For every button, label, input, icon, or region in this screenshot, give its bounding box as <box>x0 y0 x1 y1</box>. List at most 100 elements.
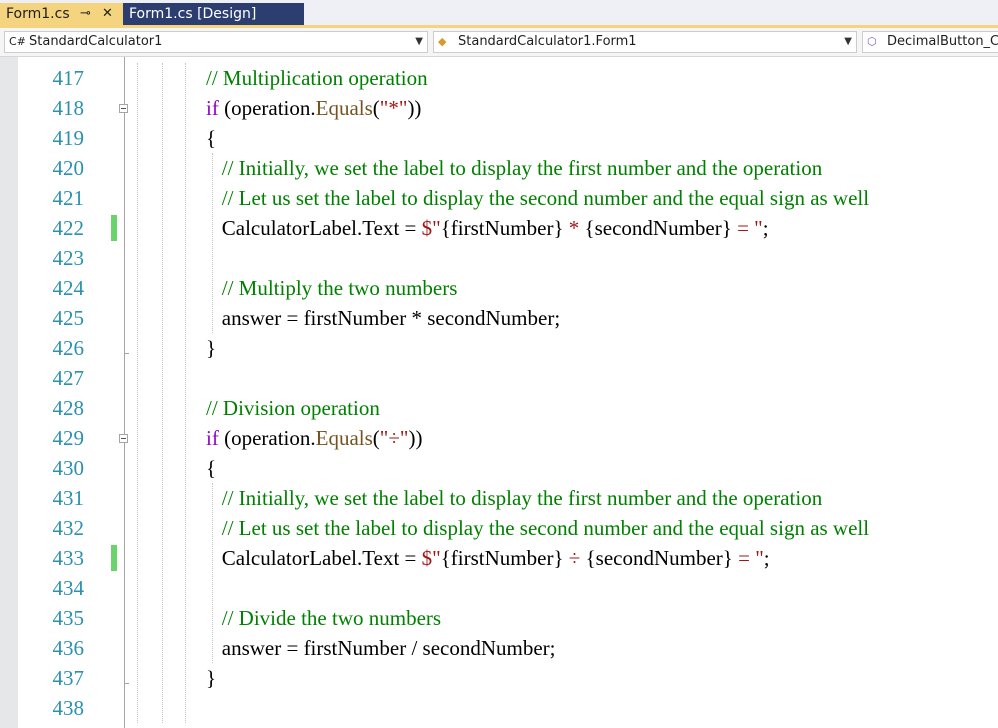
line-number: 436 <box>52 636 85 660</box>
code-token: { <box>206 126 217 150</box>
method-lock-icon: ⬡ <box>867 35 877 48</box>
class-dropdown[interactable]: ◆ StandardCalculator1.Form1 ▼ <box>433 31 857 53</box>
line-number: 425 <box>52 306 85 330</box>
code-line[interactable]: // Multiply the two numbers <box>206 273 458 303</box>
code-token: } <box>206 336 217 360</box>
code-token: answer = firstNumber * secondNumber; <box>206 306 561 330</box>
code-token: "*" <box>379 96 408 120</box>
code-token: ( <box>372 426 380 450</box>
code-token: // Multiply the two numbers <box>221 276 458 300</box>
code-token: $" <box>421 216 441 240</box>
tab-form1-design[interactable]: Form1.cs [Design] <box>123 3 304 25</box>
code-line[interactable]: answer = firstNumber * secondNumber; <box>206 303 560 333</box>
line-number: 419 <box>52 126 85 150</box>
code-token: } <box>206 666 217 690</box>
code-line[interactable]: CalculatorLabel.Text = $"{firstNumber} *… <box>206 213 769 243</box>
code-line[interactable]: { <box>206 453 216 483</box>
code-token: ÷ <box>563 546 586 570</box>
code-token: if <box>206 96 219 120</box>
change-marker <box>111 215 117 241</box>
line-number: 426 <box>52 336 85 360</box>
code-token: ; <box>763 546 770 570</box>
code-line[interactable]: // Let us set the label to display the s… <box>206 513 869 543</box>
line-number: 433 <box>52 546 85 570</box>
code-token: // Divide the two numbers <box>221 606 442 630</box>
line-number: 422 <box>52 216 85 240</box>
code-token: {secondNumber} <box>585 546 733 570</box>
code-token: // Multiplication operation <box>206 66 428 90</box>
code-token: // Let us set the label to display the s… <box>221 186 870 210</box>
code-line[interactable]: // Initially, we set the label to displa… <box>206 153 822 183</box>
code-line[interactable]: // Let us set the label to display the s… <box>206 183 869 213</box>
code-line[interactable]: } <box>206 333 216 363</box>
member-dropdown-label: DecimalButton_C <box>887 34 998 49</box>
code-token: (operation. <box>218 96 316 120</box>
code-token: ( <box>372 96 380 120</box>
indent-guide <box>212 483 213 663</box>
editor-left-margin <box>0 57 18 728</box>
line-number: 438 <box>52 696 85 720</box>
line-number: 431 <box>52 486 85 510</box>
line-number: 429 <box>52 426 85 450</box>
code-editor[interactable]: 417 // Multiplication operation 418 if (ope… <box>0 57 998 728</box>
class-dropdown-label: StandardCalculator1.Form1 <box>458 34 637 49</box>
chevron-down-icon: ▼ <box>844 36 852 47</box>
navigation-bar: C# StandardCalculator1 ▼ ◆ StandardCalcu… <box>0 28 998 57</box>
code-line[interactable]: // Multiplication operation <box>206 63 428 93</box>
chevron-down-icon: ▼ <box>415 36 423 47</box>
outline-block-end <box>124 683 129 684</box>
csharp-file-icon: C# <box>9 35 26 48</box>
line-number: 430 <box>52 456 85 480</box>
class-icon: ◆ <box>438 35 447 48</box>
code-line[interactable]: if (operation.Equals("÷")) <box>206 423 422 453</box>
code-line[interactable]: // Initially, we set the label to displa… <box>206 483 822 513</box>
code-token: )) <box>408 426 423 450</box>
indent-guide <box>162 63 163 723</box>
code-token: {firstNumber} <box>440 546 564 570</box>
code-token: // Division operation <box>206 396 380 420</box>
pin-icon[interactable]: ⊸ <box>80 3 91 25</box>
member-dropdown[interactable]: ⬡ DecimalButton_C <box>862 31 998 53</box>
code-token: "÷" <box>379 426 409 450</box>
code-line[interactable]: if (operation.Equals("*")) <box>206 93 421 123</box>
code-line[interactable]: answer = firstNumber / secondNumber; <box>206 633 556 663</box>
code-line[interactable]: CalculatorLabel.Text = $"{firstNumber} ÷… <box>206 543 770 573</box>
indent-guide <box>212 153 213 333</box>
code-token: $" <box>421 546 441 570</box>
outline-margin <box>124 57 125 728</box>
code-token: )) <box>407 96 422 120</box>
project-dropdown[interactable]: C# StandardCalculator1 ▼ <box>4 31 428 53</box>
project-dropdown-label: StandardCalculator1 <box>29 34 163 49</box>
line-number: 420 <box>52 156 85 180</box>
code-token: answer = firstNumber / secondNumber; <box>206 636 556 660</box>
indent-guide <box>185 63 186 723</box>
code-token: // Initially, we set the label to displa… <box>221 156 823 180</box>
code-token: {firstNumber} <box>440 216 564 240</box>
code-token: ; <box>762 216 769 240</box>
line-number: 423 <box>52 246 85 270</box>
line-number: 417 <box>52 66 85 90</box>
code-token: CalculatorLabel.Text = <box>206 216 422 240</box>
line-number: 421 <box>52 186 85 210</box>
code-line[interactable]: } <box>206 663 216 693</box>
code-line[interactable]: // Division operation <box>206 393 380 423</box>
collapse-toggle-icon[interactable] <box>119 434 128 443</box>
code-token: { <box>206 456 217 480</box>
code-token: {secondNumber} <box>584 216 732 240</box>
code-line[interactable]: { <box>206 123 216 153</box>
code-line[interactable]: // Divide the two numbers <box>206 603 441 633</box>
tab-label: Form1.cs [Design] <box>129 6 257 22</box>
tab-form1-cs[interactable]: Form1.cs ⊸ ✕ <box>0 3 123 25</box>
line-number: 434 <box>52 576 85 600</box>
collapse-toggle-icon[interactable] <box>119 104 128 113</box>
line-number: 437 <box>52 666 85 690</box>
code-token: if <box>206 426 219 450</box>
code-token: CalculatorLabel.Text = <box>206 546 422 570</box>
close-icon[interactable]: ✕ <box>102 3 113 25</box>
